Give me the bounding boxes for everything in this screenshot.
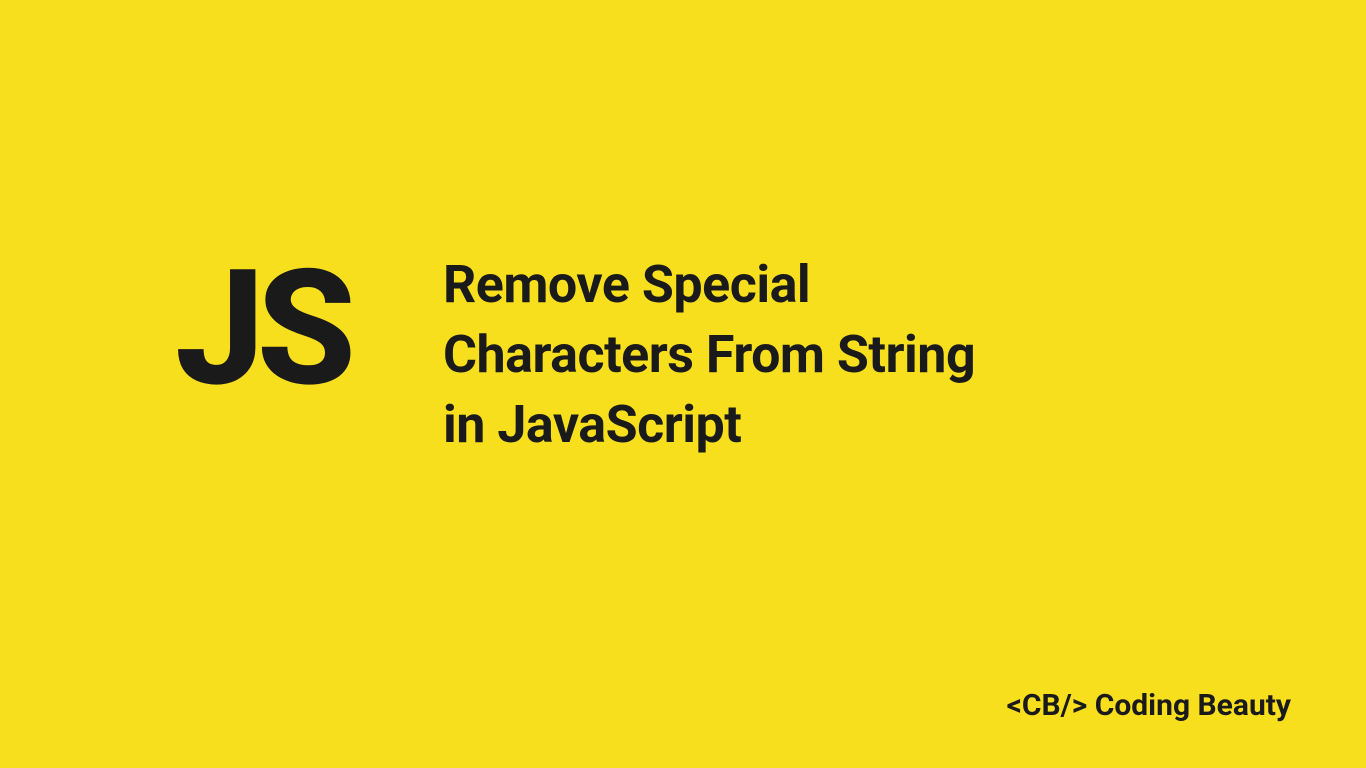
article-title: Remove Special Characters From String in…	[443, 250, 975, 461]
title-line: Characters From String	[443, 320, 975, 390]
title-line: Remove Special	[443, 250, 975, 320]
js-badge: JS	[175, 250, 348, 410]
title-line: in JavaScript	[443, 390, 975, 460]
site-brand: <CB/> Coding Beauty	[1007, 688, 1291, 723]
brand-name: Coding Beauty	[1095, 688, 1291, 723]
brand-tag: <CB/>	[1007, 688, 1088, 723]
main-content: JS Remove Special Characters From String…	[175, 250, 975, 461]
